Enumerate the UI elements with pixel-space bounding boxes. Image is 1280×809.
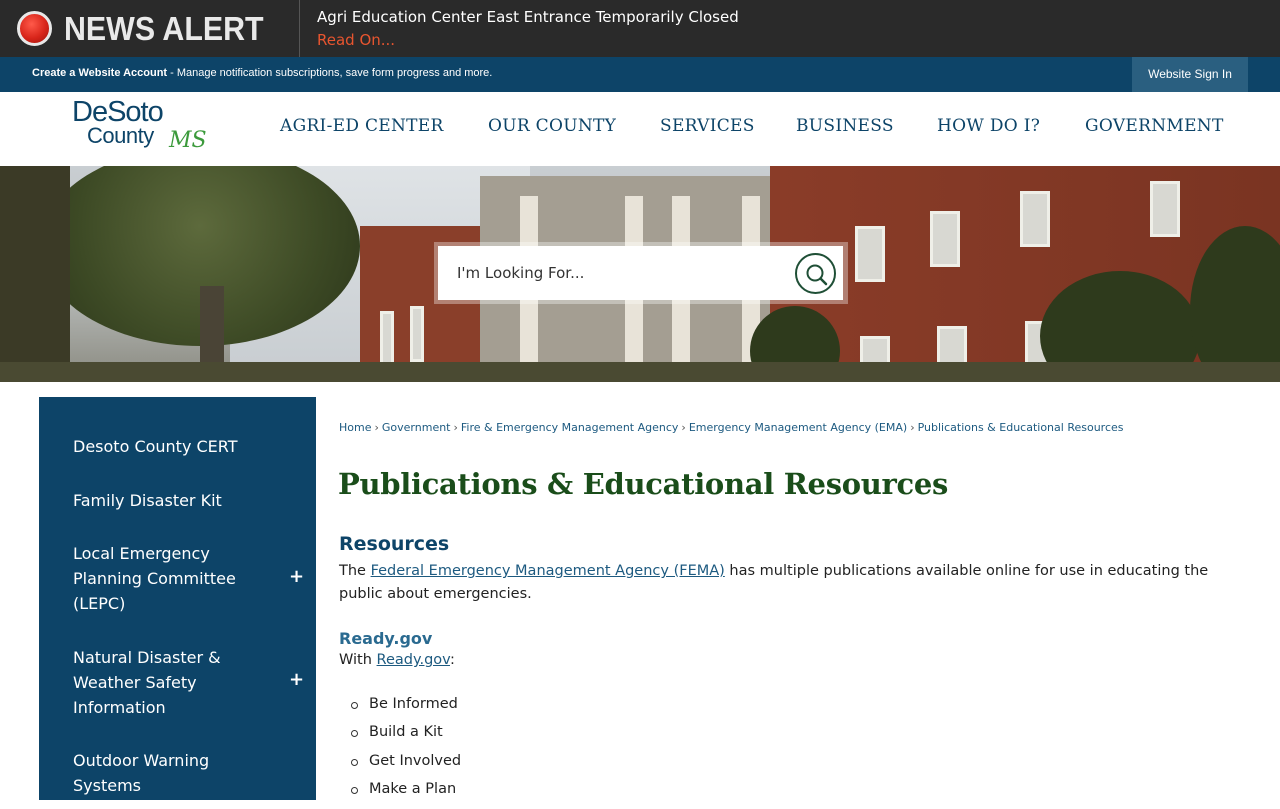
breadcrumb: Home › Government › Fire & Emergency Managem…: [339, 421, 1124, 434]
website-sign-in-button[interactable]: Website Sign In: [1132, 57, 1248, 92]
account-description: - Manage notification subscriptions, sav…: [167, 67, 493, 79]
ready-gov-link[interactable]: Ready.gov: [377, 652, 450, 668]
expand-natural-disaster-icon[interactable]: +: [289, 669, 304, 690]
nav-government[interactable]: GOVERNMENT: [1085, 116, 1224, 136]
alert-headline: Agri Education Center East Entrance Temp…: [317, 8, 739, 26]
hero-window: [930, 211, 960, 267]
breadcrumb-home[interactable]: Home: [339, 421, 371, 434]
account-text: Create a Website Account - Manage notifi…: [32, 67, 492, 79]
para-prefix: The: [339, 563, 371, 579]
hero-ground: [0, 362, 1280, 382]
hero-tree-trunk-left: [0, 166, 70, 382]
breadcrumb-government[interactable]: Government: [382, 421, 451, 434]
site-header: DeSoto County MS AGRI-ED CENTER OUR COUN…: [0, 92, 1280, 166]
ready-gov-line: With Ready.gov:: [339, 652, 455, 668]
list-item: Get Involved: [351, 753, 461, 781]
nav-our-county[interactable]: OUR COUNTY: [488, 116, 616, 136]
list-item: Make a Plan: [351, 781, 461, 809]
nav-business[interactable]: BUSINESS: [796, 116, 894, 136]
nav-services[interactable]: SERVICES: [660, 116, 755, 136]
nav-how-do-i[interactable]: HOW DO I?: [937, 116, 1040, 136]
list-item: Build a Kit: [351, 724, 461, 752]
sidebar-item-cert[interactable]: Desoto County CERT: [73, 434, 253, 459]
account-bar: Create a Website Account - Manage notifi…: [0, 57, 1280, 92]
sidebar-item-lepc[interactable]: Local Emergency Planning Committee (LEPC…: [73, 541, 253, 616]
search-input[interactable]: [457, 262, 777, 284]
breadcrumb-fire-emergency[interactable]: Fire & Emergency Management Agency: [461, 421, 679, 434]
create-account-link[interactable]: Create a Website Account: [32, 67, 167, 79]
search-icon: [806, 264, 828, 286]
hero-window: [380, 311, 394, 367]
sidebar-item-natural-disaster[interactable]: Natural Disaster & Weather Safety Inform…: [73, 645, 253, 720]
sidebar-item-family-disaster-kit[interactable]: Family Disaster Kit: [73, 488, 253, 513]
search-button[interactable]: [795, 253, 836, 294]
page-title: Publications & Educational Resources: [338, 467, 949, 501]
ready-gov-heading: Ready.gov: [339, 629, 433, 648]
logo-mark: MS: [169, 128, 207, 153]
resources-heading: Resources: [339, 533, 450, 555]
expand-lepc-icon[interactable]: +: [289, 566, 304, 587]
breadcrumb-separator: ›: [374, 421, 379, 434]
desoto-county-logo[interactable]: DeSoto County MS: [72, 96, 212, 160]
alert-dot-icon: [17, 11, 52, 46]
breadcrumb-separator: ›: [453, 421, 458, 434]
news-alert-title: NEWS ALERT: [64, 10, 264, 47]
breadcrumb-current[interactable]: Publications & Educational Resources: [918, 421, 1124, 434]
ready-gov-list: Be Informed Build a Kit Get Involved Mak…: [351, 696, 461, 809]
with-suffix: :: [449, 652, 455, 668]
breadcrumb-ema[interactable]: Emergency Management Agency (EMA): [689, 421, 907, 434]
breadcrumb-separator: ›: [910, 421, 915, 434]
logo-line2: County: [87, 123, 154, 148]
sidebar-item-outdoor-warning[interactable]: Outdoor Warning Systems: [73, 748, 253, 798]
news-alert-bar: NEWS ALERT Agri Education Center East En…: [0, 0, 1280, 57]
breadcrumb-separator: ›: [681, 421, 686, 434]
fema-paragraph: The Federal Emergency Management Agency …: [339, 560, 1229, 606]
fema-link[interactable]: Federal Emergency Management Agency (FEM…: [371, 563, 725, 579]
alert-read-on-link[interactable]: Read On...: [317, 31, 395, 49]
news-alert-label-area: NEWS ALERT: [0, 0, 300, 57]
hero-window: [410, 306, 424, 362]
hero-window: [855, 226, 885, 282]
nav-agri-ed-center[interactable]: AGRI-ED CENTER: [280, 116, 444, 136]
with-prefix: With: [339, 652, 377, 668]
hero-window: [1150, 181, 1180, 237]
sidebar-nav: Desoto County CERT Family Disaster Kit L…: [39, 397, 316, 800]
list-item: Be Informed: [351, 696, 461, 724]
hero-window: [1020, 191, 1050, 247]
